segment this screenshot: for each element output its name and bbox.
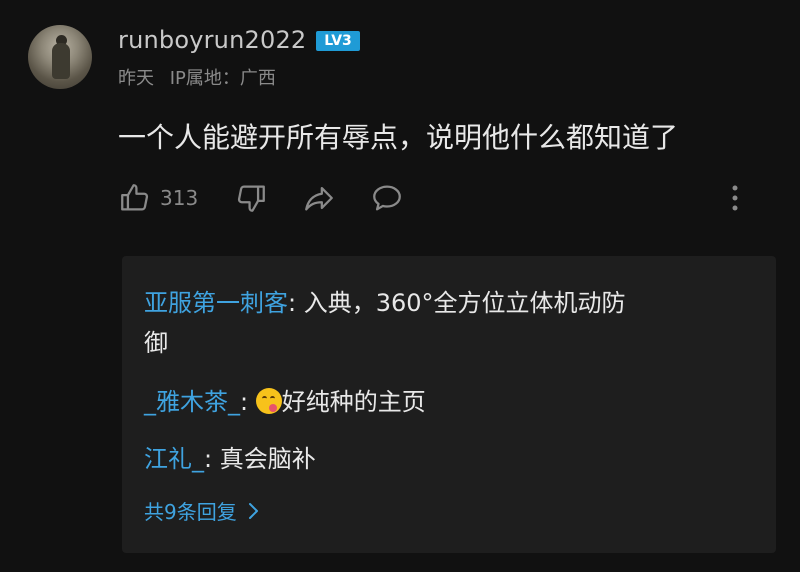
reply-text: 入典，360°全方位立体机动防 bbox=[303, 289, 626, 317]
reply-text: 好纯种的主页 bbox=[281, 388, 426, 416]
chevron-right-icon bbox=[248, 502, 258, 519]
more-vertical-icon bbox=[732, 185, 738, 211]
share-icon bbox=[305, 186, 334, 211]
savoring-food-emoji bbox=[255, 388, 282, 414]
thumbs-up-icon bbox=[121, 184, 149, 211]
reply-separator: : bbox=[240, 388, 256, 416]
reply-separator: : bbox=[288, 289, 304, 317]
thumbs-down-icon bbox=[238, 185, 266, 212]
reply-button[interactable] bbox=[370, 181, 404, 215]
reply-text: 真会脑补 bbox=[219, 445, 316, 473]
reply-username[interactable]: 江礼_ bbox=[144, 445, 204, 473]
username[interactable]: runboyrun2022 bbox=[118, 26, 306, 54]
avatar-figure-body bbox=[52, 43, 70, 79]
replies-panel: 亚服第一刺客: 入典，360°全方位立体机动防 御 _雅木茶_: 好纯种的主页 … bbox=[122, 256, 776, 553]
reply-username[interactable]: 亚服第一刺客 bbox=[144, 289, 288, 317]
view-more-replies-link[interactable]: 共9条回复 bbox=[144, 496, 259, 525]
reply-item[interactable]: 亚服第一刺客: 入典，360°全方位立体机动防 御 bbox=[144, 283, 744, 363]
comment-actions: 313 bbox=[118, 178, 404, 218]
level-badge: LV3 bbox=[316, 31, 360, 51]
post-time: 昨天 bbox=[118, 68, 154, 89]
comment-text: 一个人能避开所有辱点，说明他什么都知道了 bbox=[118, 121, 679, 154]
comment-icon bbox=[373, 185, 402, 211]
avatar[interactable] bbox=[28, 25, 92, 89]
like-count: 313 bbox=[160, 186, 199, 210]
reply-item[interactable]: _雅木茶_: 好纯种的主页 bbox=[144, 382, 744, 422]
share-button[interactable] bbox=[302, 181, 336, 215]
more-options-button[interactable] bbox=[720, 182, 750, 214]
reply-username[interactable]: _雅木茶_ bbox=[144, 388, 240, 416]
like-button[interactable]: 313 bbox=[118, 181, 198, 215]
post-meta: 昨天 IP属地：广西 bbox=[118, 64, 276, 90]
reply-separator: : bbox=[204, 445, 220, 473]
reply-item[interactable]: 江礼_: 真会脑补 bbox=[144, 439, 744, 479]
dislike-button[interactable] bbox=[234, 181, 268, 215]
more-replies-label: 共9条回复 bbox=[144, 500, 237, 524]
reply-text-continued: 御 bbox=[144, 329, 168, 357]
ip-location: IP属地：广西 bbox=[169, 68, 276, 89]
